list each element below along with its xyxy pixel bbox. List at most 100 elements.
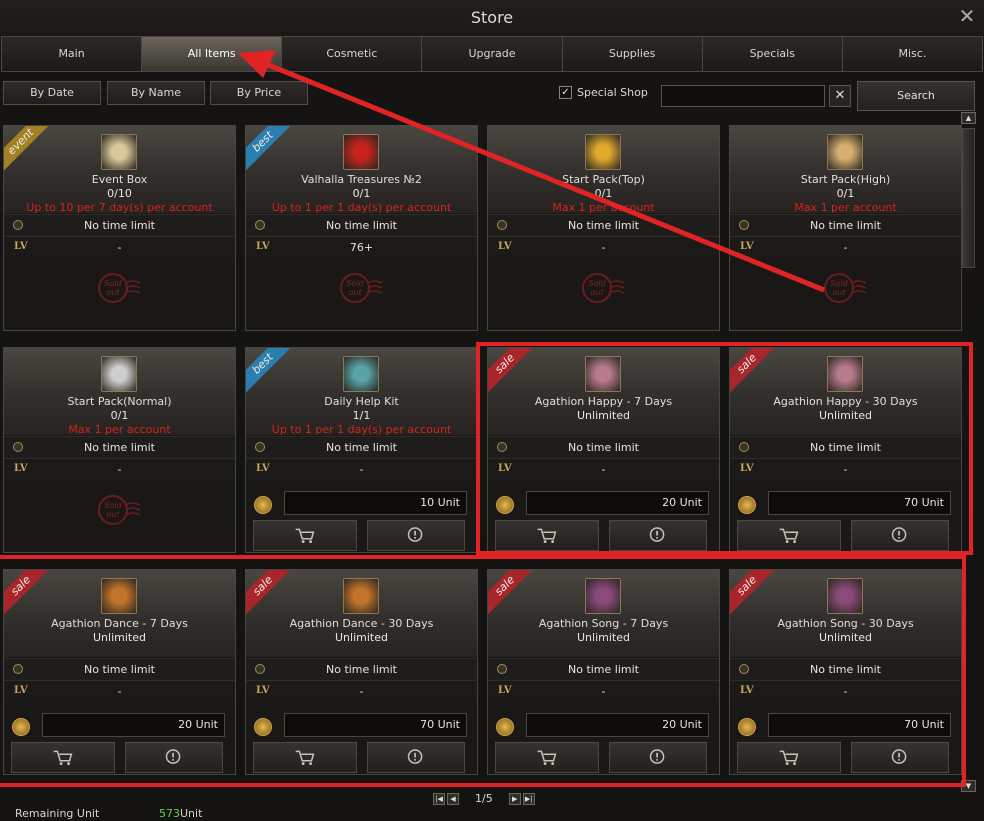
tab-upgrade[interactable]: Upgrade xyxy=(421,36,562,72)
info-button[interactable] xyxy=(367,520,465,551)
item-quantity: 0/1 xyxy=(110,409,129,422)
next-page-icon[interactable]: ▶ xyxy=(508,792,521,805)
scroll-up-icon[interactable]: ▲ xyxy=(961,112,976,124)
item-card: Start Pack(Normal) 0/1 Max 1 per account No… xyxy=(3,347,236,553)
sold-out-stamp: Soldout xyxy=(98,495,141,525)
tab-specials[interactable]: Specials xyxy=(701,36,842,72)
level-requirement: - xyxy=(117,241,122,254)
store-window: Store ✕ Main All Items Cosmetic Upgrade Supp… xyxy=(0,0,984,821)
special-shop-label: Special Shop xyxy=(577,86,648,99)
time-limit-row: No time limit xyxy=(4,436,235,458)
sold-out-stamp: Soldout xyxy=(582,273,625,303)
sold-out-stamp: Soldout xyxy=(340,273,383,303)
tab-main[interactable]: Main xyxy=(1,36,142,72)
level-row: LV - xyxy=(4,458,235,480)
item-purchase-limit: Up to 1 per 1 day(s) per account xyxy=(271,201,452,214)
level-row: LV - xyxy=(246,458,477,480)
item-quantity: 1/1 xyxy=(352,409,371,422)
item-quantity: 0/1 xyxy=(594,187,613,200)
special-shop-toggle[interactable]: ✓ Special Shop xyxy=(559,86,648,99)
first-page-icon[interactable]: |◀ xyxy=(433,792,445,805)
item-card: best Valhalla Treasures №2 0/1 Up to 1 per … xyxy=(245,125,478,331)
close-icon[interactable]: ✕ xyxy=(956,6,978,28)
item-name: Start Pack(Normal) xyxy=(67,395,172,408)
time-limit-text: No time limit xyxy=(83,219,155,232)
sold-out-text-1: Sold xyxy=(588,279,606,288)
last-page-icon[interactable]: ▶| xyxy=(522,792,535,805)
time-limit-text: No time limit xyxy=(567,219,639,232)
sort-by-name-button[interactable]: By Name xyxy=(107,81,205,105)
sort-by-price-button[interactable]: By Price xyxy=(210,81,308,105)
time-limit-text: No time limit xyxy=(325,219,397,232)
item-name: Event Box xyxy=(91,173,148,186)
item-price: 10 Unit xyxy=(284,491,467,515)
clear-search-button[interactable]: ✕ xyxy=(829,85,851,107)
sold-out-text-2: out xyxy=(348,288,362,297)
treasure-icon xyxy=(343,134,379,170)
buy-button[interactable] xyxy=(253,520,357,551)
time-limit-text: No time limit xyxy=(325,441,397,454)
time-limit-row: No time limit xyxy=(730,214,961,236)
unit-coin-icon xyxy=(254,496,272,514)
sold-out-text-2: out xyxy=(106,510,120,519)
remaining-unit-number: 573 xyxy=(159,807,180,820)
remaining-unit-label: Remaining Unit xyxy=(15,807,100,820)
item-name: Valhalla Treasures №2 xyxy=(301,173,422,186)
level-row: LV - xyxy=(4,236,235,258)
level-row: LV - xyxy=(730,236,961,258)
search-button[interactable]: Search xyxy=(857,81,975,111)
category-tabs: Main All Items Cosmetic Upgrade Supplies Spec… xyxy=(1,36,983,72)
sold-out-text-2: out xyxy=(590,288,604,297)
sold-out-text-1: Sold xyxy=(830,279,848,288)
cart-icon xyxy=(295,528,315,543)
item-quantity: 0/1 xyxy=(352,187,371,200)
level-row: LV - xyxy=(488,236,719,258)
item-purchase-limit: Up to 1 per 1 day(s) per account xyxy=(271,423,452,436)
tab-supplies[interactable]: Supplies xyxy=(561,36,702,72)
level-requirement: - xyxy=(359,463,364,476)
highlight-box-top xyxy=(476,342,973,555)
time-limit-row: No time limit xyxy=(4,214,235,236)
level-row: LV 76+ xyxy=(246,236,477,258)
tab-cosmetic[interactable]: Cosmetic xyxy=(281,36,422,72)
chest-icon xyxy=(101,356,137,392)
level-requirement: 76+ xyxy=(349,241,374,254)
item-card: event Event Box 0/10 Up to 10 per 7 day(s) … xyxy=(3,125,236,331)
item-name: Start Pack(Top) xyxy=(562,173,645,186)
remaining-unit-value: 573Unit xyxy=(159,807,202,820)
item-card: Start Pack(High) 0/1 Max 1 per account No t… xyxy=(729,125,962,331)
time-limit-row: No time limit xyxy=(246,436,477,458)
item-quantity: 0/1 xyxy=(836,187,855,200)
time-limit-row: No time limit xyxy=(246,214,477,236)
time-limit-row: No time limit xyxy=(488,214,719,236)
item-purchase-limit: Max 1 per account xyxy=(68,423,171,436)
chest-icon xyxy=(585,134,621,170)
sold-out-text-1: Sold xyxy=(346,279,364,288)
level-requirement: - xyxy=(117,463,122,476)
search-input[interactable] xyxy=(661,85,825,107)
remaining-unit-suffix: Unit xyxy=(180,807,203,820)
level-requirement: - xyxy=(601,241,606,254)
sold-out-text-1: Sold xyxy=(104,279,122,288)
info-icon xyxy=(407,527,423,542)
level-requirement: - xyxy=(843,241,848,254)
sold-out-text-2: out xyxy=(832,288,846,297)
item-card: best Daily Help Kit 1/1 Up to 1 per 1 day(s… xyxy=(245,347,478,553)
page-indicator: 1/5 xyxy=(475,792,493,805)
highlight-box-bottom xyxy=(0,555,966,787)
tab-all-items[interactable]: All Items xyxy=(141,36,282,72)
special-shop-checkbox[interactable]: ✓ xyxy=(559,86,572,99)
sort-by-date-button[interactable]: By Date xyxy=(3,81,101,105)
sold-out-text-2: out xyxy=(106,288,120,297)
tab-misc[interactable]: Misc. xyxy=(841,36,983,72)
prev-page-icon[interactable]: ◀ xyxy=(447,792,459,805)
box-icon xyxy=(101,134,137,170)
time-limit-text: No time limit xyxy=(83,441,155,454)
window-title: Store xyxy=(470,8,514,27)
sold-out-text-1: Sold xyxy=(104,501,122,510)
chest-icon xyxy=(827,134,863,170)
scroll-thumb[interactable] xyxy=(962,128,975,268)
item-name: Start Pack(High) xyxy=(800,173,891,186)
item-name: Daily Help Kit xyxy=(324,395,399,408)
sold-out-stamp: Soldout xyxy=(824,273,867,303)
